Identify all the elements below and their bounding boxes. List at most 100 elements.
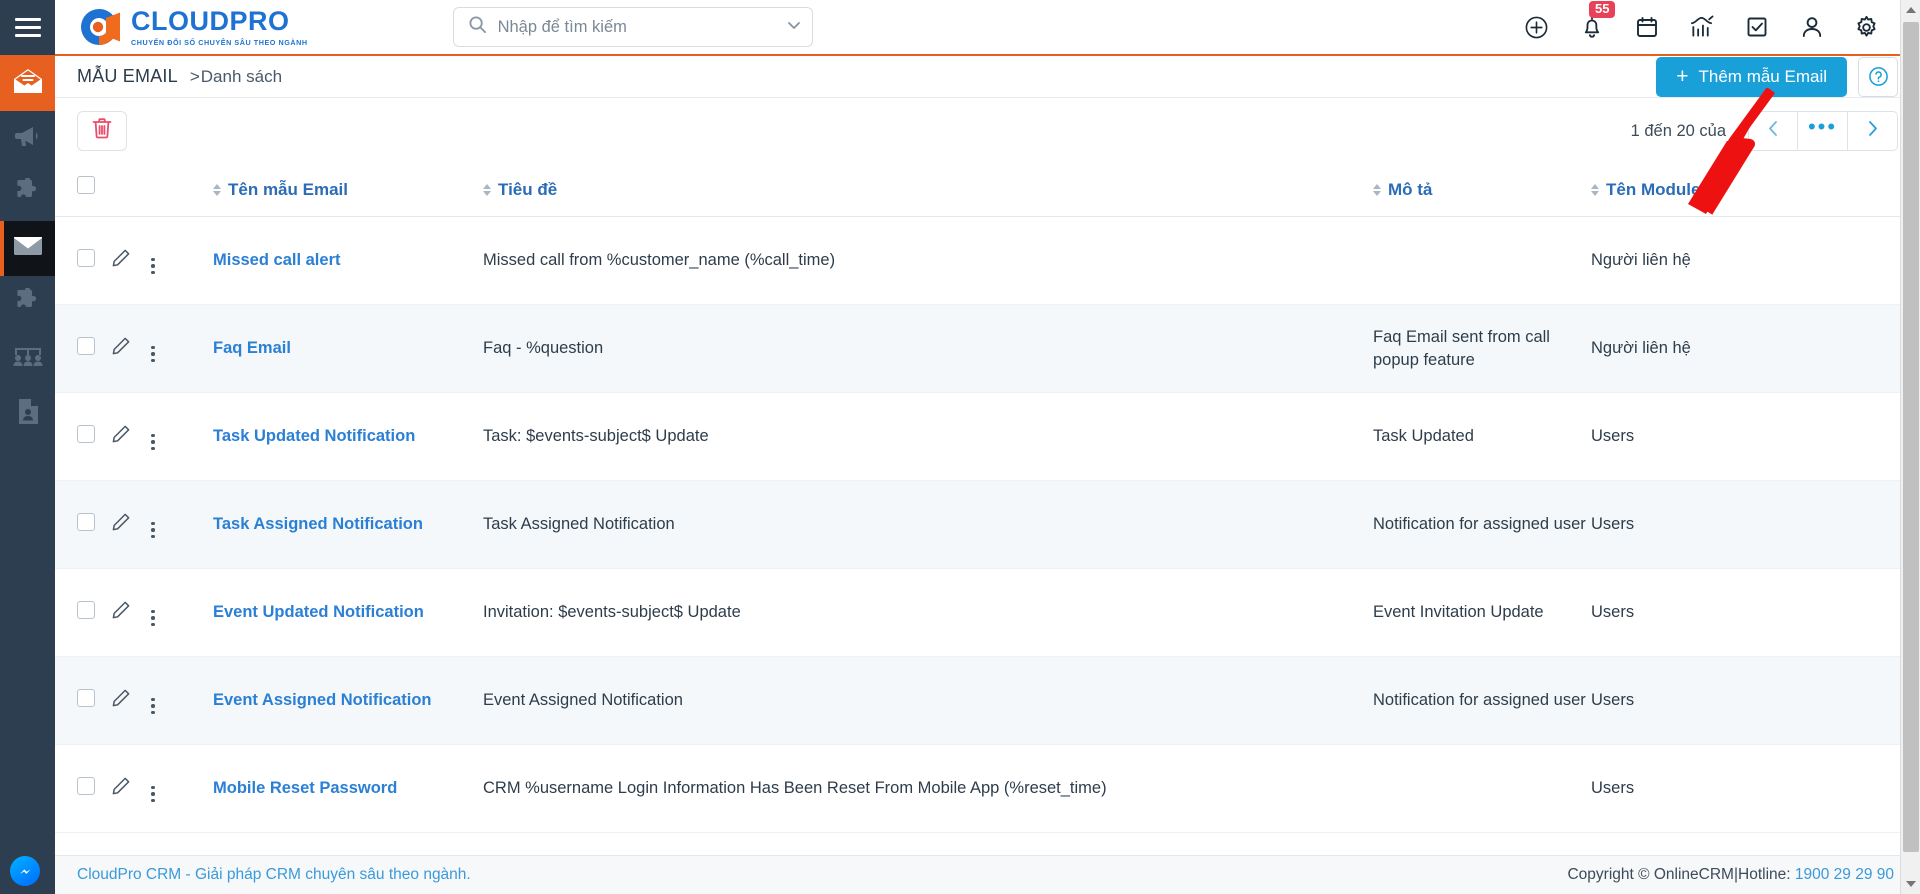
row-checkbox[interactable] [77,601,95,619]
table-row[interactable]: Task Updated Notification Task: $events-… [55,392,1920,481]
scrollbar-thumb[interactable] [1903,22,1919,852]
table-row[interactable]: Missed call alert Missed call from %cust… [55,216,1920,305]
sidebar-item-groups[interactable] [0,331,55,386]
row-name-cell: Missed call alert [213,216,483,305]
notification-bell-icon[interactable]: 55 [1578,0,1616,41]
calendar-icon[interactable] [1633,14,1660,41]
column-header-subject[interactable]: Tiêu đề [483,164,1373,217]
main-content: MẪU EMAIL > Danh sách + Thêm mẫu Email 1… [55,56,1920,894]
puzzle-icon [15,287,41,319]
pagination: 1 đến 20 của ••• [1631,111,1898,151]
sidebar-item-addon[interactable] [0,276,55,331]
puzzle-icon [15,177,41,209]
help-circle-icon[interactable] [1858,56,1898,97]
row-checkbox[interactable] [77,513,95,531]
messenger-chat-icon[interactable] [10,856,40,886]
sidebar-item-email-campaign[interactable] [0,56,55,111]
row-checkbox[interactable] [77,425,95,443]
scroll-up-arrow-icon[interactable] [1901,0,1920,20]
scroll-down-arrow-icon[interactable] [1901,874,1920,894]
email-template-link[interactable]: Task Assigned Notification [213,515,423,533]
hotline-number[interactable]: 1900 29 29 90 [1795,866,1894,883]
sidebar-item-email-template[interactable] [0,221,55,276]
pencil-icon[interactable] [111,425,131,448]
table-row[interactable]: Task Assigned Notification Task Assigned… [55,480,1920,569]
task-checkbox-icon[interactable] [1743,14,1770,41]
sidebar-item-marketing[interactable] [0,111,55,166]
row-checkbox[interactable] [77,337,95,355]
add-email-template-label: Thêm mẫu Email [1698,66,1827,86]
sidebar-item-extension[interactable] [0,166,55,221]
search-box[interactable] [452,7,813,47]
chevron-left-icon [1766,119,1781,143]
add-circle-icon[interactable] [1523,14,1550,41]
row-edit-cell [111,744,151,833]
edit-column-header [111,164,151,217]
table-row[interactable]: Mobile Reset Password CRM %username Logi… [55,744,1920,833]
row-select-cell [55,568,111,657]
more-vertical-icon[interactable] [151,433,155,450]
analytics-chart-icon[interactable] [1688,14,1715,41]
row-select-cell [55,480,111,569]
pencil-icon[interactable] [111,337,131,360]
app-root: CLOUDPRO CHUYỂN ĐỔI SỐ CHUYÊN SÂU THEO N… [0,0,1920,894]
sort-icon[interactable] [213,184,221,196]
email-template-link[interactable]: Mobile Reset Password [213,779,397,797]
row-subject-cell: Invitation: $events-subject$ Update [483,568,1373,657]
sort-icon[interactable] [1591,184,1599,196]
search-input[interactable] [497,17,786,37]
breadcrumb[interactable]: Danh sách [201,67,282,87]
hamburger-icon[interactable] [14,17,41,37]
pagination-next-button[interactable] [1848,111,1898,151]
vertical-scrollbar[interactable] [1900,0,1920,894]
more-vertical-icon[interactable] [151,697,155,714]
page-footer: CloudPro CRM - Giải pháp CRM chuyên sâu … [55,855,1920,894]
pencil-icon[interactable] [111,689,131,712]
table-row[interactable]: Event Updated Notification Invitation: $… [55,568,1920,657]
footer-copyright: Copyright © OnlineCRM|Hotline: 1900 29 2… [1567,866,1894,884]
delete-selected-button[interactable] [77,111,127,151]
menu-toggle-button[interactable] [0,0,55,55]
pencil-icon[interactable] [111,513,131,536]
row-more-cell [151,304,213,393]
chevron-down-icon[interactable] [786,17,802,38]
add-email-template-button[interactable]: + Thêm mẫu Email [1656,56,1847,97]
email-template-link[interactable]: Faq Email [213,339,291,357]
row-checkbox[interactable] [77,689,95,707]
row-checkbox[interactable] [77,249,95,267]
pagination-prev-button[interactable] [1748,111,1798,151]
sort-icon[interactable] [1373,184,1381,196]
pagination-more-button[interactable]: ••• [1798,111,1848,151]
email-template-link[interactable]: Event Assigned Notification [213,691,432,709]
settings-gear-icon[interactable] [1853,14,1880,41]
pencil-icon[interactable] [111,777,131,800]
brand-logo[interactable]: CLOUDPRO CHUYỂN ĐỔI SỐ CHUYÊN SÂU THEO N… [55,6,308,48]
column-header-description-label: Mô tả [1388,180,1433,199]
more-vertical-icon[interactable] [151,785,155,802]
select-all-checkbox[interactable] [77,175,95,194]
column-header-name[interactable]: Tên mẫu Email [213,164,483,217]
table-row[interactable]: Event Assigned Notification Event Assign… [55,656,1920,745]
email-template-link[interactable]: Missed call alert [213,251,340,269]
column-header-description[interactable]: Mô tả [1373,164,1591,217]
pagination-buttons: ••• [1748,111,1898,151]
more-vertical-icon[interactable] [151,521,155,538]
row-checkbox[interactable] [77,777,95,795]
row-edit-cell [111,656,151,745]
pencil-icon[interactable] [111,601,131,624]
user-profile-icon[interactable] [1798,14,1825,41]
email-template-link[interactable]: Event Updated Notification [213,603,424,621]
table-row[interactable]: Faq Email Faq - %question Faq Email sent… [55,304,1920,393]
sidebar-item-contact-card[interactable] [0,386,55,441]
pencil-icon[interactable] [111,249,131,272]
more-vertical-icon[interactable] [151,609,155,626]
column-header-module[interactable]: Tên Module [1591,164,1920,217]
sort-icon[interactable] [483,184,491,196]
more-vertical-icon[interactable] [151,345,155,362]
row-subject-cell: Task Assigned Notification [483,480,1373,569]
more-vertical-icon[interactable] [151,257,155,274]
more-column-header [151,164,213,217]
row-subject-cell: CRM %username Login Information Has Been… [483,744,1373,833]
footer-tagline[interactable]: CloudPro CRM - Giải pháp CRM chuyên sâu … [77,866,471,884]
email-template-link[interactable]: Task Updated Notification [213,427,415,445]
